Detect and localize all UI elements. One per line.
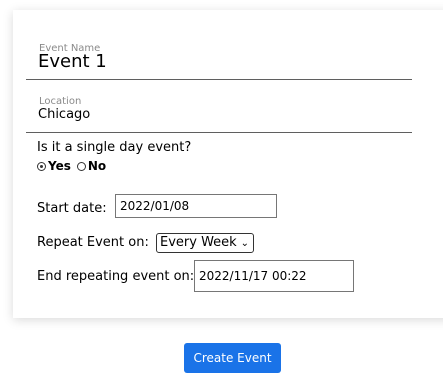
event-name-field[interactable]: Event Name Event 1 [26,43,412,80]
start-date-input[interactable]: 2022/01/08 [115,194,277,218]
yes-radio[interactable] [37,161,46,171]
repeat-event-value: Every Week [160,235,237,250]
location-value[interactable]: Chicago [38,107,90,123]
single-day-radio-group: Yes No [37,158,112,174]
no-radio[interactable] [76,161,86,171]
end-repeat-input[interactable]: 2022/11/17 00:22 [194,260,354,292]
single-day-question: Is it a single day event? [37,140,192,155]
event-name-value[interactable]: Event 1 [38,51,107,73]
repeat-event-label: Repeat Event on: [37,235,149,250]
start-date-label: Start date: [37,201,107,216]
create-event-button[interactable]: Create Event [184,343,281,373]
location-field[interactable]: Location Chicago [26,95,412,133]
no-radio-label[interactable]: No [88,159,106,173]
chevron-down-icon: ⌄ [240,238,249,249]
location-label: Location [39,96,82,107]
repeat-event-select[interactable]: Every Week ⌄ [156,233,254,253]
end-repeat-label: End repeating event on: [37,269,195,284]
yes-radio-label[interactable]: Yes [48,159,71,173]
